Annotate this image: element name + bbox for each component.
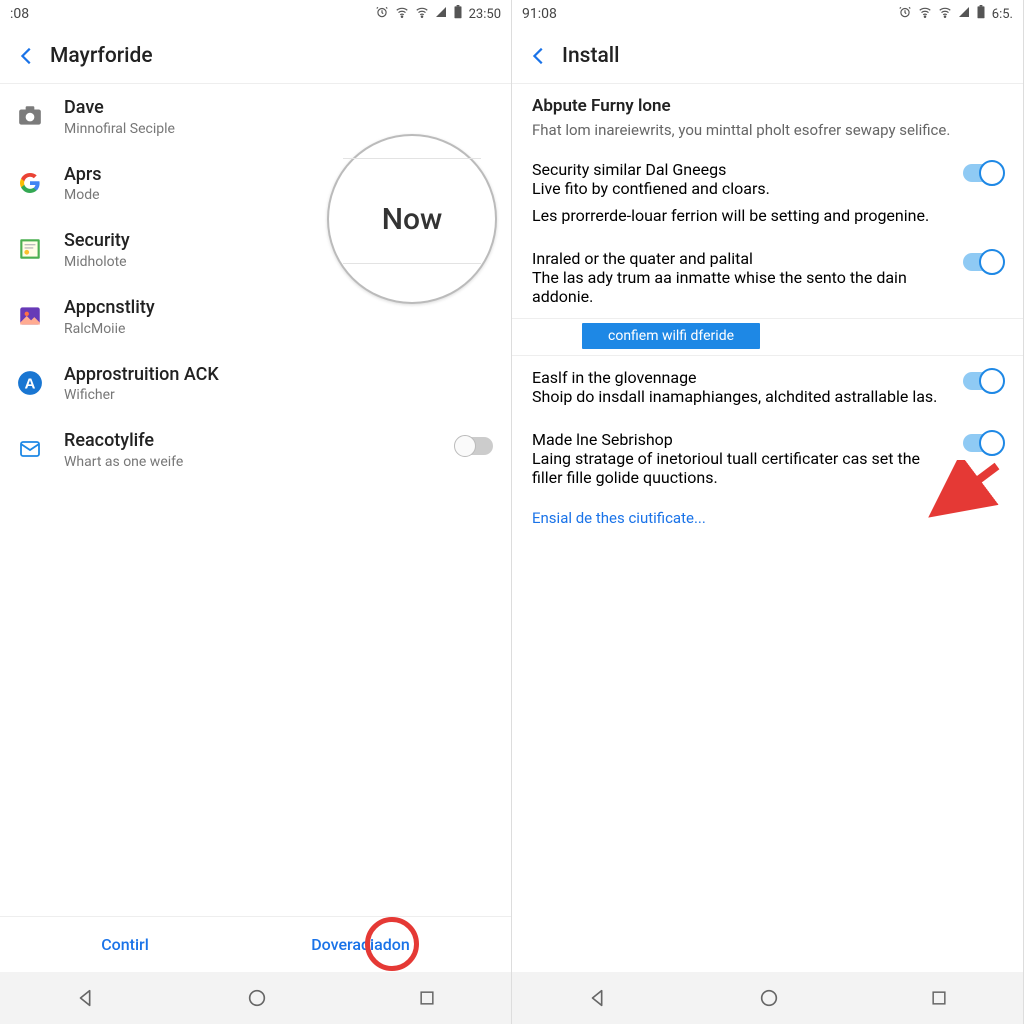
settings-item-reacotylife[interactable]: Reacotylife Whart as one weife — [0, 417, 511, 484]
settings-list: Dave Minnofiral Seciple Aprs Mode Securi… — [0, 84, 511, 916]
gallery-icon — [14, 300, 46, 332]
toggle-made-lne[interactable] — [963, 434, 1003, 452]
setting-title: Made lne Sebrishop — [532, 430, 951, 449]
item-primary: Reacotylife — [64, 431, 437, 452]
google-icon — [14, 167, 46, 199]
left-screenshot: :08 23:50 Mayrforide — [0, 0, 512, 1024]
settings-item-approstruition[interactable]: A Approstruition ACK Wificher — [0, 351, 511, 418]
setting-body: Laing stratage of inetorioul tuall certi… — [532, 449, 951, 487]
intro-title: Abpute Furny lone — [532, 96, 1003, 116]
item-secondary: Wificher — [64, 387, 493, 403]
status-time: :08 — [10, 6, 29, 22]
item-secondary: Whart as one weife — [64, 454, 437, 470]
page-title: Mayrforide — [50, 44, 153, 68]
back-button[interactable] — [10, 39, 44, 73]
status-indicators: 6:5. — [898, 5, 1013, 23]
nav-recent-icon[interactable] — [929, 988, 949, 1008]
toggle-security-similar[interactable] — [963, 164, 1003, 182]
highlight-chip[interactable]: confiem wilfi dferide — [582, 323, 760, 349]
setting-body-2: Les prorrerde-louar ferrion will be sett… — [532, 206, 951, 225]
setting-body: The las ady trum aa inmatte whise the se… — [532, 268, 951, 306]
setting-inraled[interactable]: Inraled or the quater and palital The la… — [512, 237, 1023, 318]
intro-body: Fhat lom inareiewrits, you minttal pholt… — [532, 120, 1003, 140]
item-primary: Dave — [64, 98, 493, 119]
signal-icon — [435, 6, 447, 22]
certificate-link[interactable]: Ensial de thes ciutificate... — [512, 499, 1023, 537]
wifi-icon-2 — [938, 5, 952, 23]
wifi-icon — [395, 5, 409, 23]
battery-icon — [453, 5, 463, 23]
setting-body: Shoip do insdall inamaphianges, alchdite… — [532, 387, 951, 406]
blue-a-icon: A — [14, 367, 46, 399]
setting-easlf[interactable]: Easlf in the glovennage Shoip do insdall… — [512, 356, 1023, 418]
install-settings: Abpute Furny lone Fhat lom inareiewrits,… — [512, 84, 1023, 972]
highlight-row: confiem wilfi dferide — [512, 319, 1023, 355]
status-indicators: 23:50 — [375, 5, 501, 23]
footer-actions: Contirl Doveradiadon — [0, 916, 511, 972]
toggle-reacotylife[interactable] — [455, 437, 493, 455]
setting-title: Easlf in the glovennage — [532, 368, 951, 387]
nav-back-icon[interactable] — [587, 987, 609, 1009]
item-secondary: RalcMoiie — [64, 321, 493, 337]
magnifier-text: Now — [382, 202, 443, 237]
status-clock: 23:50 — [469, 7, 501, 22]
status-bar: :08 23:50 — [0, 0, 511, 28]
nav-home-icon[interactable] — [246, 987, 268, 1009]
app-bar: Install — [512, 28, 1023, 84]
navigation-bar — [512, 972, 1023, 1024]
setting-title: Inraled or the quater and palital — [532, 249, 951, 268]
battery-icon — [976, 5, 986, 23]
intro-section: Abpute Furny lone Fhat lom inareiewrits,… — [512, 84, 1023, 148]
status-bar: 91:08 6:5. — [512, 0, 1023, 28]
signal-icon — [958, 6, 970, 22]
status-time: 91:08 — [522, 6, 557, 22]
nav-home-icon[interactable] — [758, 987, 780, 1009]
back-button[interactable] — [522, 39, 556, 73]
alarm-icon — [375, 5, 389, 23]
setting-title: Security similar Dal Gneegs — [532, 160, 951, 179]
item-secondary: Minnofiral Seciple — [64, 121, 493, 137]
mail-icon — [14, 433, 46, 465]
navigation-bar — [0, 972, 511, 1024]
setting-made-lne[interactable]: Made lne Sebrishop Laing stratage of ine… — [512, 418, 1023, 499]
footer-right-button[interactable]: Doveradiadon — [311, 935, 410, 954]
wifi-icon — [918, 5, 932, 23]
right-screenshot: 91:08 6:5. Install Abpute Furny lone Fha… — [512, 0, 1024, 1024]
wifi-icon-2 — [415, 5, 429, 23]
magnifier-overlay: Now — [327, 134, 497, 304]
footer-left-button[interactable]: Contirl — [101, 935, 149, 954]
svg-text:A: A — [25, 375, 36, 392]
setting-body: Live fito by contfiened and cloars. — [532, 179, 951, 198]
cert-icon — [14, 233, 46, 265]
nav-back-icon[interactable] — [75, 987, 97, 1009]
item-primary: Approstruition ACK — [64, 365, 493, 386]
toggle-inraled[interactable] — [963, 253, 1003, 271]
app-bar: Mayrforide — [0, 28, 511, 84]
page-title: Install — [562, 44, 619, 68]
camera-icon — [14, 100, 46, 132]
setting-security-similar[interactable]: Security similar Dal Gneegs Live fito by… — [512, 148, 1023, 237]
status-clock: 6:5. — [992, 7, 1013, 22]
nav-recent-icon[interactable] — [417, 988, 437, 1008]
alarm-icon — [898, 5, 912, 23]
toggle-easlf[interactable] — [963, 372, 1003, 390]
